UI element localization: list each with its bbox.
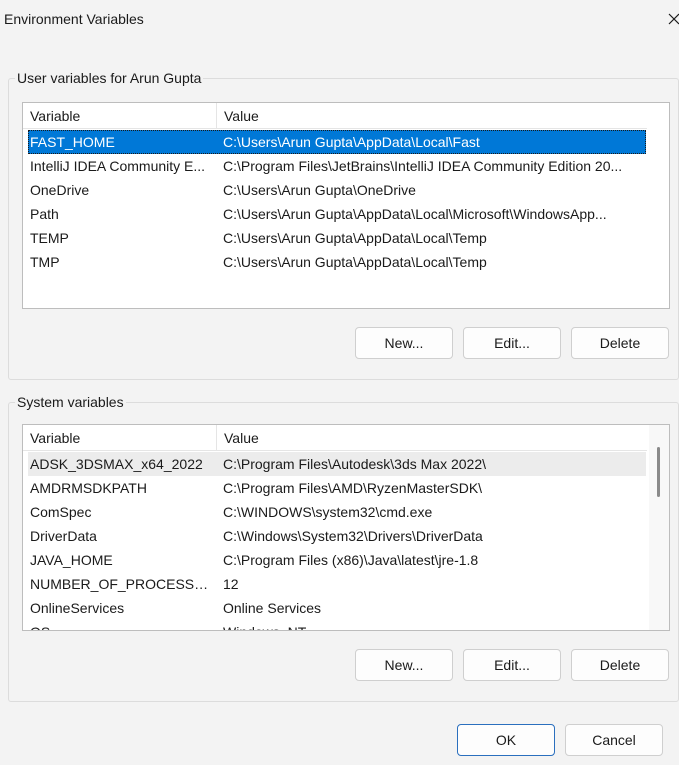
user-delete-button[interactable]: Delete	[571, 327, 669, 359]
system-list-scrollbar[interactable]	[649, 425, 669, 630]
cancel-button[interactable]: Cancel	[565, 724, 663, 756]
user-variables-list[interactable]: Variable Value FAST_HOME C:\Users\Arun Gu…	[22, 102, 670, 309]
table-row[interactable]: OnlineServices Online Services	[28, 596, 646, 620]
variable-name-cell: OS	[30, 620, 216, 630]
table-row[interactable]: NUMBER_OF_PROCESSORS 12	[28, 572, 646, 596]
close-icon	[668, 13, 679, 25]
system-delete-button[interactable]: Delete	[571, 649, 669, 681]
variable-name-cell: Path	[30, 206, 59, 222]
table-row[interactable]: TEMP C:\Users\Arun Gupta\AppData\Local\Te…	[28, 226, 646, 250]
table-row[interactable]: JAVA_HOME C:\Program Files (x86)\Java\lat…	[28, 548, 646, 572]
variable-value-cell: C:\Program Files\AMD\RyzenMasterSDK\	[223, 480, 483, 496]
table-row[interactable]: ADSK_3DSMAX_x64_2022 C:\Program Files\Aut…	[28, 452, 646, 476]
variable-value-cell: C:\Users\Arun Gupta\AppData\Local\Micros…	[223, 206, 607, 222]
variable-value-cell: C:\Program Files\Autodesk\3ds Max 2022\	[223, 456, 487, 472]
variable-value-cell: C:\Users\Arun Gupta\AppData\Local\Temp	[223, 254, 487, 270]
table-row[interactable]: OS Windows_NT	[28, 620, 646, 630]
close-button[interactable]	[665, 6, 679, 32]
variable-name-cell: ADSK_3DSMAX_x64_2022	[30, 456, 203, 472]
column-header-variable[interactable]: Variable	[23, 103, 217, 129]
system-edit-button[interactable]: Edit...	[463, 649, 561, 681]
system-variables-list[interactable]: Variable Value ADSK_3DSMAX_x64_2022 C:\Pr…	[22, 424, 670, 631]
variable-name-cell: TMP	[30, 254, 60, 270]
system-new-button[interactable]: New...	[355, 649, 453, 681]
variable-value-cell: C:\Users\Arun Gupta\OneDrive	[223, 182, 416, 198]
table-row[interactable]: OneDrive C:\Users\Arun Gupta\OneDrive	[28, 178, 646, 202]
window-title: Environment Variables	[4, 11, 144, 27]
variable-value-cell: Online Services	[223, 600, 322, 616]
variable-value-cell: C:\Users\Arun Gupta\AppData\Local\Temp	[223, 230, 487, 246]
variable-name-cell: TEMP	[30, 230, 69, 246]
variable-value-cell: C:\Program Files\JetBrains\IntelliJ IDEA…	[223, 158, 623, 174]
variable-value-cell: 12	[223, 576, 239, 592]
title-bar: Environment Variables	[0, 0, 679, 38]
column-header-value[interactable]: Value	[217, 425, 647, 451]
variable-name-cell: ComSpec	[30, 504, 92, 520]
table-row[interactable]: IntelliJ IDEA Community E... C:\Program F…	[28, 154, 646, 178]
variable-name-cell: NUMBER_OF_PROCESSORS	[30, 576, 216, 592]
user-list-header: Variable Value	[23, 103, 647, 129]
variable-name-cell: OneDrive	[30, 182, 90, 198]
table-row[interactable]: TMP C:\Users\Arun Gupta\AppData\Local\Tem…	[28, 250, 646, 274]
variable-value-cell: C:\Program Files (x86)\Java\latest\jre-1…	[223, 552, 479, 568]
variable-value-cell: C:\Windows\System32\Drivers\DriverData	[223, 528, 483, 544]
system-variables-label: System variables	[15, 394, 126, 410]
scrollbar-thumb[interactable]	[657, 447, 660, 497]
system-list-header: Variable Value	[23, 425, 647, 451]
variable-value-cell: C:\WINDOWS\system32\cmd.exe	[223, 504, 433, 520]
variable-name-cell: OnlineServices	[30, 600, 125, 616]
table-row[interactable]: Path C:\Users\Arun Gupta\AppData\Local\Mi…	[28, 202, 646, 226]
table-row[interactable]: ComSpec C:\WINDOWS\system32\cmd.exe	[28, 500, 646, 524]
ok-button[interactable]: OK	[457, 724, 555, 756]
user-edit-button[interactable]: Edit...	[463, 327, 561, 359]
table-row[interactable]: AMDRMSDKPATH C:\Program Files\AMD\RyzenMa…	[28, 476, 646, 500]
variable-name-cell: JAVA_HOME	[30, 552, 113, 568]
table-row[interactable]: FAST_HOME C:\Users\Arun Gupta\AppData\Loc…	[28, 130, 646, 154]
variable-name-cell: IntelliJ IDEA Community E...	[30, 158, 206, 174]
user-variables-label: User variables for Arun Gupta	[15, 70, 204, 86]
variable-name-cell: AMDRMSDKPATH	[30, 480, 147, 496]
table-row[interactable]: DriverData C:\Windows\System32\Drivers\Dr…	[28, 524, 646, 548]
variable-name-cell: DriverData	[30, 528, 97, 544]
variable-value-cell: C:\Users\Arun Gupta\AppData\Local\Fast	[223, 134, 480, 150]
column-header-value[interactable]: Value	[217, 103, 647, 129]
variable-value-cell: Windows_NT	[223, 620, 645, 630]
variable-name-cell: FAST_HOME	[30, 134, 115, 150]
user-new-button[interactable]: New...	[355, 327, 453, 359]
column-header-variable[interactable]: Variable	[23, 425, 217, 451]
